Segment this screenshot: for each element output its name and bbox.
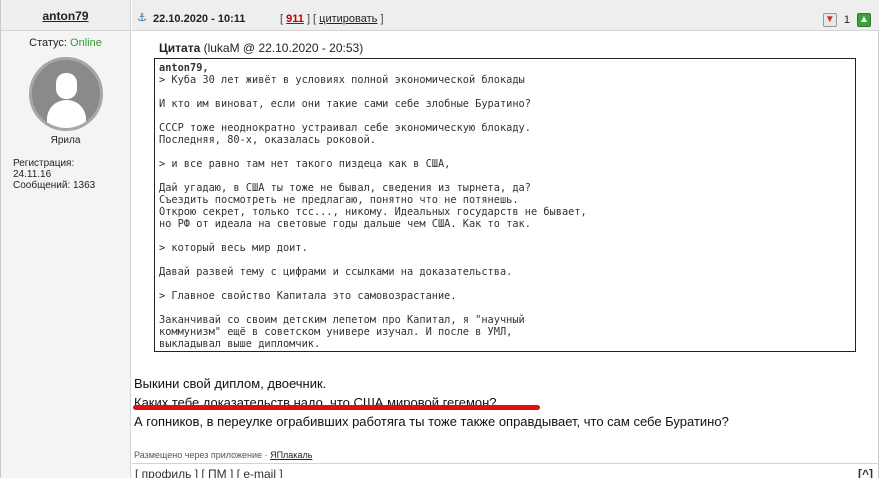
- status-line: Статус: Online: [1, 37, 130, 49]
- post-number-link[interactable]: 911: [286, 13, 304, 25]
- reply-text: Выкини свой диплом, двоечник. Каких тебе…: [134, 374, 729, 431]
- quote-box: anton79, > Куба 30 лет живёт в условиях п…: [154, 58, 856, 352]
- avatar-body-shape: [46, 100, 86, 128]
- registration-date: 24.11.16: [13, 169, 52, 180]
- author-header: anton79: [1, 0, 130, 31]
- bracket-close: ]: [380, 13, 384, 25]
- posted-via-label: Размещено через приложение: [134, 450, 263, 460]
- author-panel: anton79 Статус: Online Ярила Регистрация…: [1, 0, 131, 478]
- posted-via-note: Размещено через приложение · ЯПлакаль: [134, 450, 312, 460]
- user-stats: Регистрация: 24.11.16 Сообщений: 1363: [1, 158, 130, 191]
- profile-link[interactable]: профиль: [142, 467, 192, 478]
- footer-divider: [132, 463, 879, 464]
- to-top-link[interactable]: [^]: [858, 467, 873, 478]
- anchor-icon[interactable]: ⚓: [137, 11, 147, 24]
- bracket-open: [: [280, 13, 284, 25]
- thumbs-down-icon[interactable]: ▼: [822, 12, 837, 27]
- reply-line-3: А гопников, в переулке ограбивших работя…: [134, 414, 729, 429]
- red-underline-annotation: [133, 405, 540, 410]
- post-header: ⚓ 22.10.2020 - 10:11 [ 911 ] [ цитироват…: [132, 0, 879, 31]
- thumbs-up-icon[interactable]: ▲: [857, 12, 871, 27]
- app-icon: ·: [264, 450, 268, 460]
- user-rank: Ярила: [50, 135, 81, 146]
- email-link[interactable]: e-mail: [243, 467, 276, 478]
- post-actions: [ 911 ] [ цитировать ]: [280, 13, 384, 25]
- bracket-separator: ] [: [306, 13, 317, 25]
- status-label: Статус:: [29, 37, 67, 49]
- pm-link[interactable]: ПМ: [208, 467, 227, 478]
- quote-label: Цитата: [159, 41, 201, 55]
- avatar[interactable]: [28, 57, 103, 131]
- quote-source: (lukaM @ 22.10.2020 - 20:53): [203, 41, 364, 55]
- post-content: ⚓ 22.10.2020 - 10:11 [ 911 ] [ цитироват…: [132, 0, 879, 478]
- reply-line-1: Выкини свой диплом, двоечник.: [134, 376, 327, 391]
- message-count: Сообщений: 1363: [13, 180, 96, 191]
- forum-post: anton79 Статус: Online Ярила Регистрация…: [0, 0, 879, 478]
- registration-label: Регистрация:: [13, 158, 75, 169]
- post-date: 22.10.2020 - 10:11: [153, 13, 246, 25]
- quote-link[interactable]: цитировать: [319, 13, 377, 25]
- quote-author: anton79,: [159, 62, 209, 74]
- quote-text: > Куба 30 лет живёт в условиях полной эк…: [159, 74, 587, 350]
- quote-title: Цитата (lukaM @ 22.10.2020 - 20:53): [159, 41, 363, 55]
- app-link[interactable]: ЯПлакаль: [270, 450, 312, 460]
- status-value: Online: [70, 37, 102, 49]
- user-links: [ профиль ] [ ПМ ] [ e-mail ]: [135, 467, 283, 478]
- username-link[interactable]: anton79: [42, 9, 88, 23]
- avatar-head-shape: [55, 73, 77, 99]
- vote-score: 1: [843, 13, 850, 26]
- vote-widget: ▼ 1 ▲: [822, 12, 871, 27]
